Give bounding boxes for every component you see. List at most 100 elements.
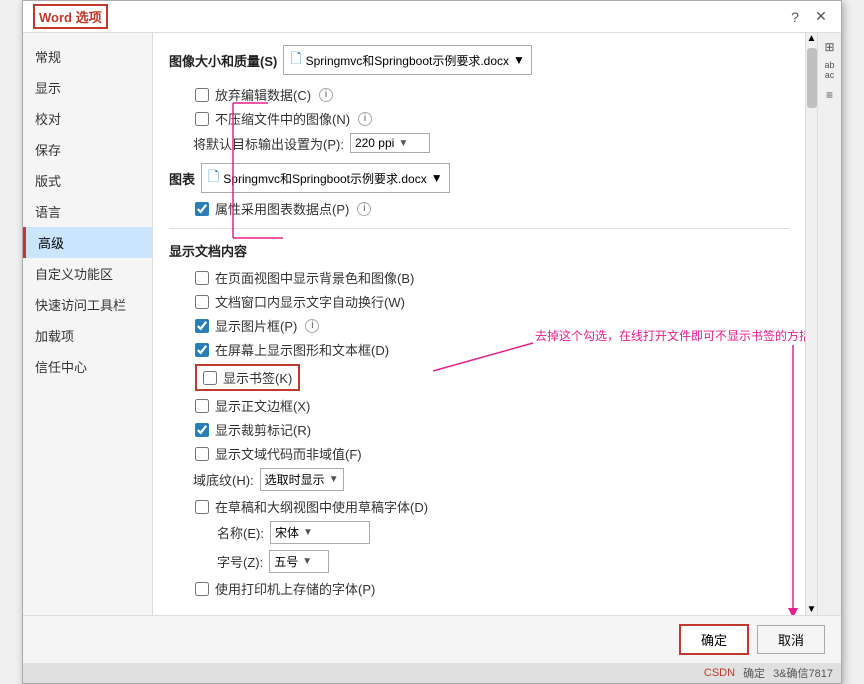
chart-file-dropdown[interactable]: 🗋 Springmvc和Springboot示例要求.docx ▼ (201, 163, 450, 193)
sidebar-item-general[interactable]: 常规 (23, 41, 152, 72)
show-drawing-row: 在屏幕上显示图形和文本框(D) (193, 340, 789, 359)
show-maintext-checkbox[interactable] (195, 399, 209, 413)
show-bookmark-checkbox[interactable] (203, 371, 217, 385)
show-crop-row: 显示裁剪标记(R) (193, 420, 789, 439)
nocompress-info-icon: i (358, 112, 372, 126)
font-name-row: 名称(E): 宋体 ▼ (193, 521, 789, 544)
print-font-checkbox[interactable] (195, 582, 209, 596)
sidebar-item-style[interactable]: 版式 (23, 165, 152, 196)
show-bg-row: 在页面视图中显示背景色和图像(B) (193, 268, 789, 287)
draft-font-row: 在草稿和大纲视图中使用草稿字体(D) (193, 497, 789, 516)
discard-editing-label[interactable]: 放弃编辑数据(C) (215, 85, 311, 104)
discard-info-icon: i (319, 88, 333, 102)
sidebar-item-save[interactable]: 保存 (23, 134, 152, 165)
scroll-up-btn[interactable]: ▲ (806, 33, 817, 44)
discard-editing-checkbox[interactable] (195, 88, 209, 102)
no-compress-checkbox[interactable] (195, 112, 209, 126)
scrollbar[interactable]: ▲ ▼ (805, 33, 817, 615)
discard-editing-row: 放弃编辑数据(C) i (193, 85, 789, 104)
scroll-thumb[interactable] (807, 48, 817, 108)
sidebar-item-language[interactable]: 语言 (23, 196, 152, 227)
show-drawing-label[interactable]: 在屏幕上显示图形和文本框(D) (215, 340, 389, 359)
grid-icon[interactable]: ⊞ (820, 37, 840, 57)
sidebar-item-trustcenter[interactable]: 信任中心 (23, 351, 152, 382)
ok-button[interactable]: 确定 (679, 624, 749, 655)
chart-data-label[interactable]: 属性采用图表数据点(P) (215, 199, 349, 218)
font-name-dropdown[interactable]: 宋体 ▼ (270, 521, 370, 544)
csdn-label: CSDN (704, 667, 735, 679)
chart-file-name: Springmvc和Springboot示例要求.docx (223, 170, 426, 187)
file-dropdown-arrow: ▼ (513, 53, 525, 67)
dpi-dropdown[interactable]: 220 ppi ▼ (350, 133, 430, 153)
dpi-value: 220 ppi (355, 136, 394, 150)
show-pic-checkbox[interactable] (195, 319, 209, 333)
title-bar: Word 选项 ? ✕ (23, 1, 841, 33)
show-bookmark-row: 显示书签(K) (193, 364, 789, 391)
field-shading-label: 域底纹(H): (193, 470, 254, 489)
image-file-name: Springmvc和Springboot示例要求.docx (306, 52, 509, 69)
chart-section-title: 图表 (169, 169, 195, 188)
show-wrap-checkbox[interactable] (195, 295, 209, 309)
image-file-dropdown[interactable]: 🗋 Springmvc和Springboot示例要求.docx ▼ (283, 45, 532, 75)
dpi-row: 将默认目标输出设置为(P): 220 ppi ▼ (193, 133, 789, 153)
sidebar-item-addins[interactable]: 加载项 (23, 320, 152, 351)
sidebar-item-customize[interactable]: 自定义功能区 (23, 258, 152, 289)
font-name-label: 名称(E): (217, 523, 264, 542)
draft-font-label[interactable]: 在草稿和大纲视图中使用草稿字体(D) (215, 497, 428, 516)
chart-data-row: 属性采用图表数据点(P) i (193, 199, 789, 218)
field-shading-dropdown[interactable]: 选取时显示 ▼ (260, 468, 344, 491)
show-pic-row: 显示图片框(P) i (193, 316, 789, 335)
sidebar-item-advanced[interactable]: 高级 (23, 227, 152, 258)
dpi-label: 将默认目标输出设置为(P): (193, 134, 344, 153)
image-section-title: 图像大小和质量(S) (169, 51, 277, 70)
scroll-down-btn[interactable]: ▼ (806, 604, 817, 615)
field-shading-value: 选取时显示 (265, 471, 325, 488)
dialog-footer: 确定 取消 (23, 615, 841, 663)
no-compress-label[interactable]: 不压缩文件中的图像(N) (215, 109, 350, 128)
font-size-value: 五号 (274, 553, 298, 570)
show-drawing-checkbox[interactable] (195, 343, 209, 357)
text-icon[interactable]: abac (820, 61, 840, 81)
user-label: 确定 (743, 665, 765, 681)
show-bookmark-label[interactable]: 显示书签(K) (223, 368, 292, 387)
show-pic-label[interactable]: 显示图片框(P) (215, 316, 297, 335)
title-controls: ? ✕ (785, 7, 831, 27)
chart-data-checkbox[interactable] (195, 202, 209, 216)
close-button[interactable]: ✕ (811, 7, 831, 27)
show-crop-label[interactable]: 显示裁剪标记(R) (215, 420, 311, 439)
draft-font-checkbox[interactable] (195, 500, 209, 514)
show-code-label[interactable]: 显示文域代码而非域值(F) (215, 444, 362, 463)
word-options-dialog: Word 选项 ? ✕ 常规 显示 校对 保存 版式 语言 高级 自定义功能区 … (22, 0, 842, 684)
field-shading-row: 域底纹(H): 选取时显示 ▼ (193, 468, 789, 491)
show-bg-checkbox[interactable] (195, 271, 209, 285)
print-font-label[interactable]: 使用打印机上存储的字体(P) (215, 579, 375, 598)
watermark-bar: CSDN 确定 3&确信7817 (23, 663, 841, 683)
cancel-button[interactable]: 取消 (757, 625, 825, 654)
sidebar-item-proofing[interactable]: 校对 (23, 103, 152, 134)
show-crop-checkbox[interactable] (195, 423, 209, 437)
right-tools-panel: ⊞ abac ≡ (817, 33, 841, 615)
font-size-arrow: ▼ (302, 556, 312, 567)
help-button[interactable]: ? (785, 7, 805, 27)
field-shading-arrow: ▼ (329, 474, 339, 485)
show-wrap-label[interactable]: 文档窗口内显示文字自动换行(W) (215, 292, 405, 311)
sidebar: 常规 显示 校对 保存 版式 语言 高级 自定义功能区 快速访问工具栏 加载项 … (23, 33, 153, 615)
show-code-row: 显示文域代码而非域值(F) (193, 444, 789, 463)
sidebar-item-display[interactable]: 显示 (23, 72, 152, 103)
font-name-arrow: ▼ (303, 527, 313, 538)
font-name-value: 宋体 (275, 524, 299, 541)
show-code-checkbox[interactable] (195, 447, 209, 461)
dialog-title: Word 选项 (33, 4, 108, 29)
chart-file-icon: 🗋 (208, 166, 219, 190)
chart-dropdown-arrow: ▼ (431, 171, 443, 185)
font-size-dropdown[interactable]: 五号 ▼ (269, 550, 329, 573)
no-compress-row: 不压缩文件中的图像(N) i (193, 109, 789, 128)
show-wrap-row: 文档窗口内显示文字自动换行(W) (193, 292, 789, 311)
print-font-row: 使用打印机上存储的字体(P) (193, 579, 789, 598)
sidebar-item-quickaccess[interactable]: 快速访问工具栏 (23, 289, 152, 320)
dpi-arrow: ▼ (398, 138, 408, 149)
show-bg-label[interactable]: 在页面视图中显示背景色和图像(B) (215, 268, 414, 287)
chart-info-icon: i (357, 202, 371, 216)
show-maintext-label[interactable]: 显示正文边框(X) (215, 396, 310, 415)
tools-icon[interactable]: ≡ (820, 85, 840, 105)
